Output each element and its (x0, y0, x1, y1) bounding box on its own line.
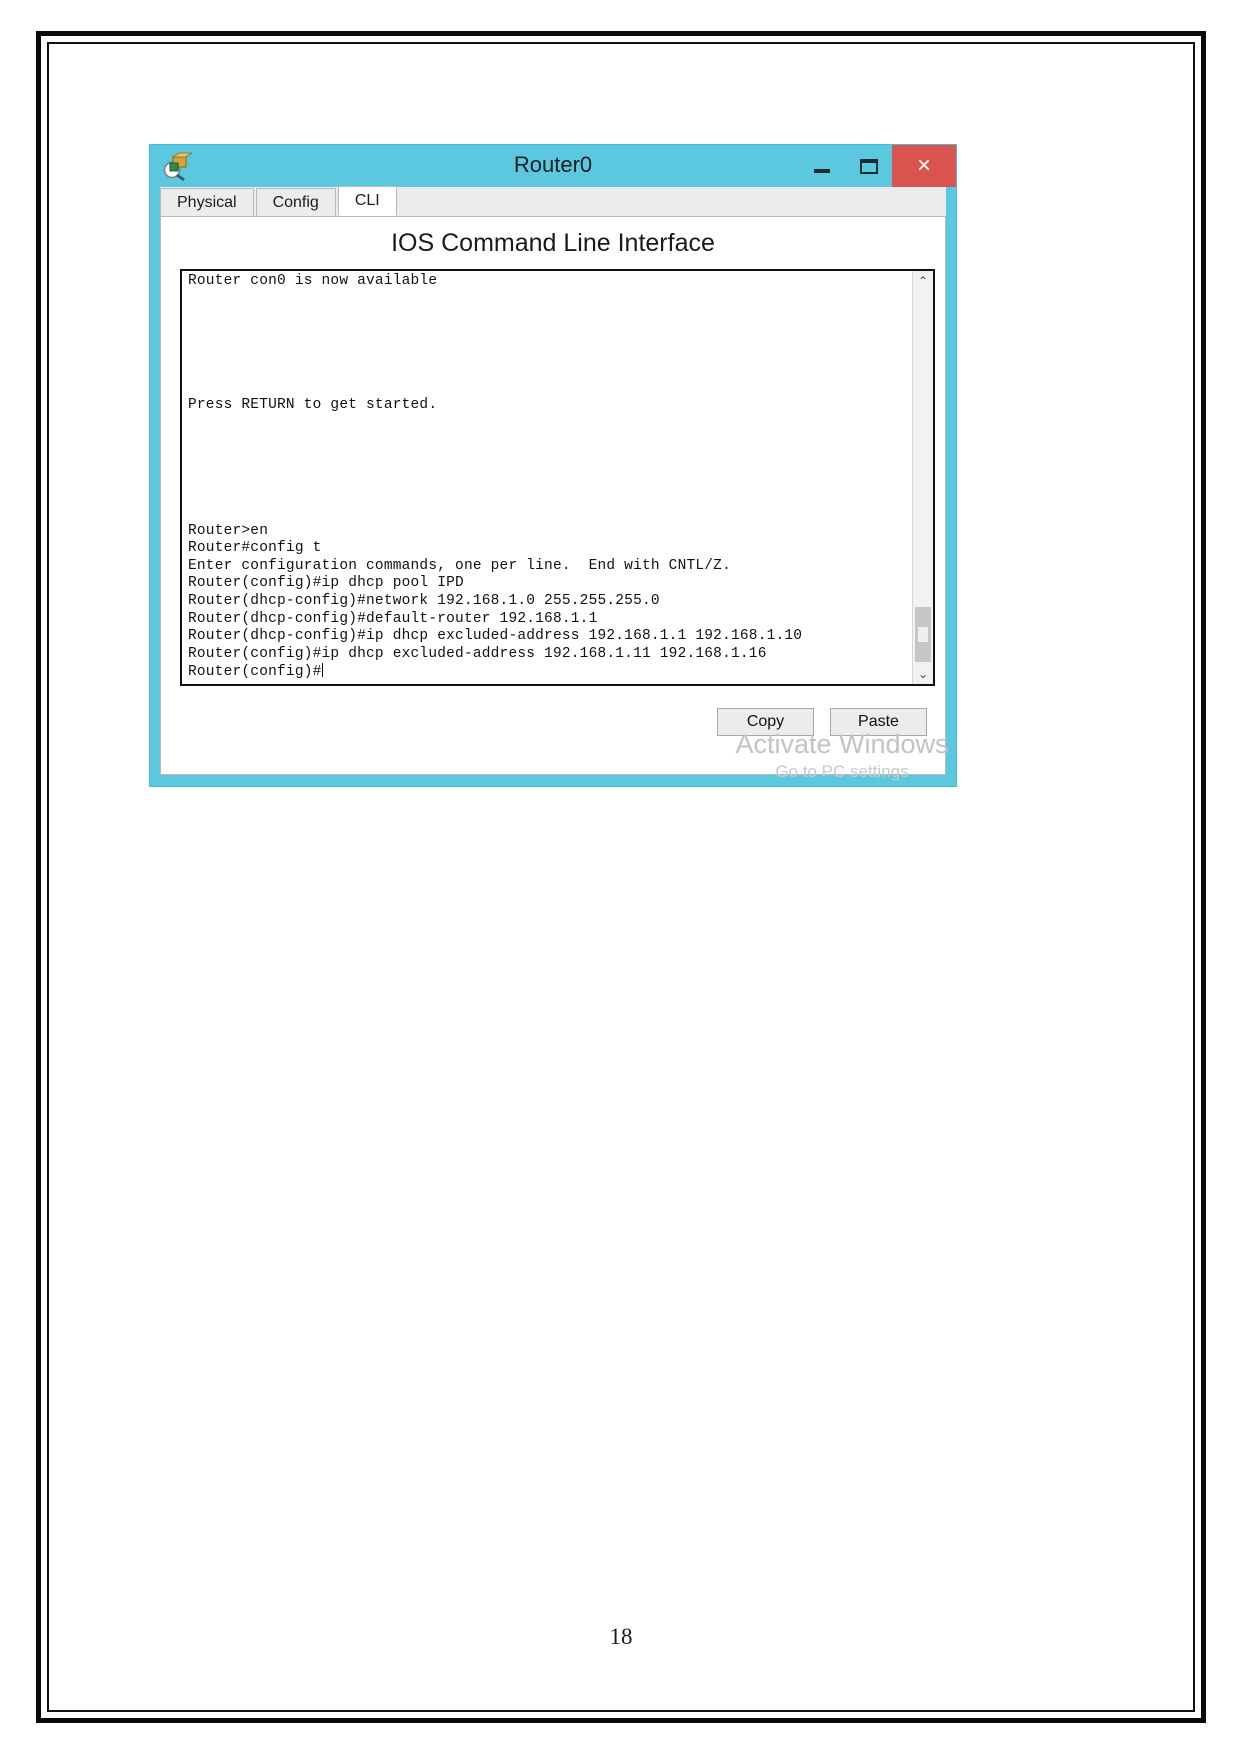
terminal-line: Router(config)#ip dhcp excluded-address … (188, 645, 767, 662)
terminal-middle-block: Press RETURN to get started. (188, 397, 437, 415)
page-number: 18 (609, 1624, 633, 1649)
close-icon: × (916, 152, 931, 179)
terminal-scrollbar[interactable]: ⌃ ⌄ (912, 271, 933, 684)
cli-panel: IOS Command Line Interface Router con0 i… (160, 217, 949, 781)
terminal-line: Router#config t (188, 540, 322, 557)
action-button-row: Copy Paste (717, 708, 927, 736)
terminal-line: Router(dhcp-config)#network 192.168.1.0 … (188, 593, 660, 610)
terminal-line: Router con0 is now available (188, 273, 438, 289)
close-button[interactable]: × (892, 145, 956, 187)
panel-heading: IOS Command Line Interface (391, 229, 715, 257)
window-titlebar: Router0 × (150, 145, 956, 187)
tab-config[interactable]: Config (255, 188, 336, 216)
minimize-icon (813, 169, 830, 173)
activate-windows-watermark: Activate Windows Go to PC settings (717, 729, 967, 782)
document-page: Router0 × Physical Config CLI IOS Comman… (36, 31, 1206, 1723)
terminal-prompt-line: Router(config)# (188, 663, 802, 682)
text-cursor (321, 663, 323, 678)
page-inner-border: Router0 × Physical Config CLI IOS Comman… (47, 42, 1195, 1712)
terminal-prompt: Router(config)# (188, 664, 322, 681)
terminal-output[interactable]: Router con0 is now available Press RETUR… (182, 271, 912, 684)
window-controls: × (798, 145, 956, 187)
terminal-top-block: Router con0 is now available (188, 273, 437, 291)
scrollbar-thumb[interactable] (915, 607, 931, 662)
terminal-line: Router(config)#ip dhcp pool IPD (188, 575, 464, 592)
scroll-up-icon[interactable]: ⌃ (913, 271, 933, 291)
terminal-line: Press RETURN to get started. (188, 397, 438, 413)
maximize-button[interactable] (845, 145, 892, 187)
terminal-container: Router con0 is now available Press RETUR… (180, 269, 935, 686)
minimize-button[interactable] (798, 145, 845, 187)
paste-button[interactable]: Paste (830, 708, 927, 736)
router0-window: Router0 × Physical Config CLI IOS Comman… (149, 144, 957, 787)
tab-strip: Physical Config CLI (160, 186, 946, 217)
copy-button[interactable]: Copy (717, 708, 814, 736)
terminal-line: Router(dhcp-config)#ip dhcp excluded-add… (188, 628, 803, 645)
tab-cli-label: CLI (354, 192, 380, 209)
watermark-subtitle: Go to PC settings (775, 762, 909, 781)
tab-physical[interactable]: Physical (160, 188, 254, 216)
tab-physical-label: Physical (177, 193, 237, 211)
terminal-line: Enter configuration commands, one per li… (188, 557, 731, 574)
terminal-line: Router(dhcp-config)#default-router 192.1… (188, 610, 598, 627)
maximize-icon (859, 158, 878, 174)
scroll-down-icon[interactable]: ⌄ (913, 664, 933, 684)
tab-config-label: Config (272, 193, 319, 211)
tab-cli[interactable]: CLI (337, 186, 397, 216)
terminal-line: Router>en (188, 522, 269, 539)
terminal-bottom-block: Router>en Router#config t Enter configur… (188, 523, 802, 682)
